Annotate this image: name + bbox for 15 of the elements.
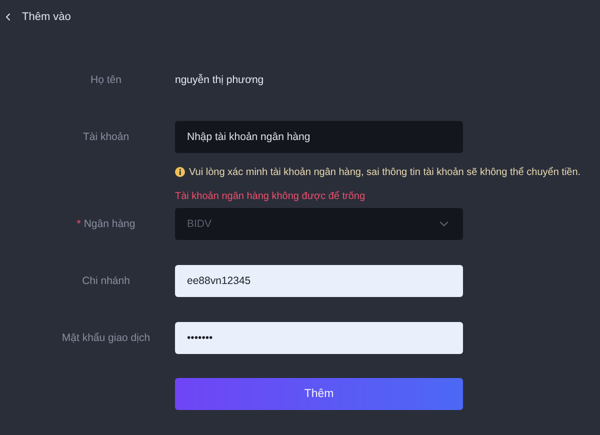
error-message: Tài khoản ngân hàng không được để trống <box>175 190 366 204</box>
field-label: Chi nhánh <box>82 275 130 287</box>
name-value: nguyễn thị phương <box>175 74 264 86</box>
input-field[interactable]: ••••••• <box>175 322 463 354</box>
field-label: Ngân hàng <box>84 218 136 230</box>
page-title: Thêm vào <box>22 11 71 23</box>
field-label: Mật khẩu giao dịch <box>62 332 150 344</box>
field-label: Tài khoản <box>82 131 130 143</box>
required-mark: * <box>76 218 81 230</box>
field-label: Họ tên <box>90 74 122 86</box>
submit-button[interactable]: Thêm <box>175 378 463 410</box>
input-field[interactable]: ee88vn12345 <box>175 265 463 297</box>
input-field[interactable]: Nhập tài khoản ngân hàng <box>175 121 463 153</box>
hint-text: Vui lòng xác minh tài khoản ngân hàng, sai thông tin tài khoản sẽ không thể chuyển tiền. <box>189 166 581 178</box>
info-icon <box>175 167 185 177</box>
